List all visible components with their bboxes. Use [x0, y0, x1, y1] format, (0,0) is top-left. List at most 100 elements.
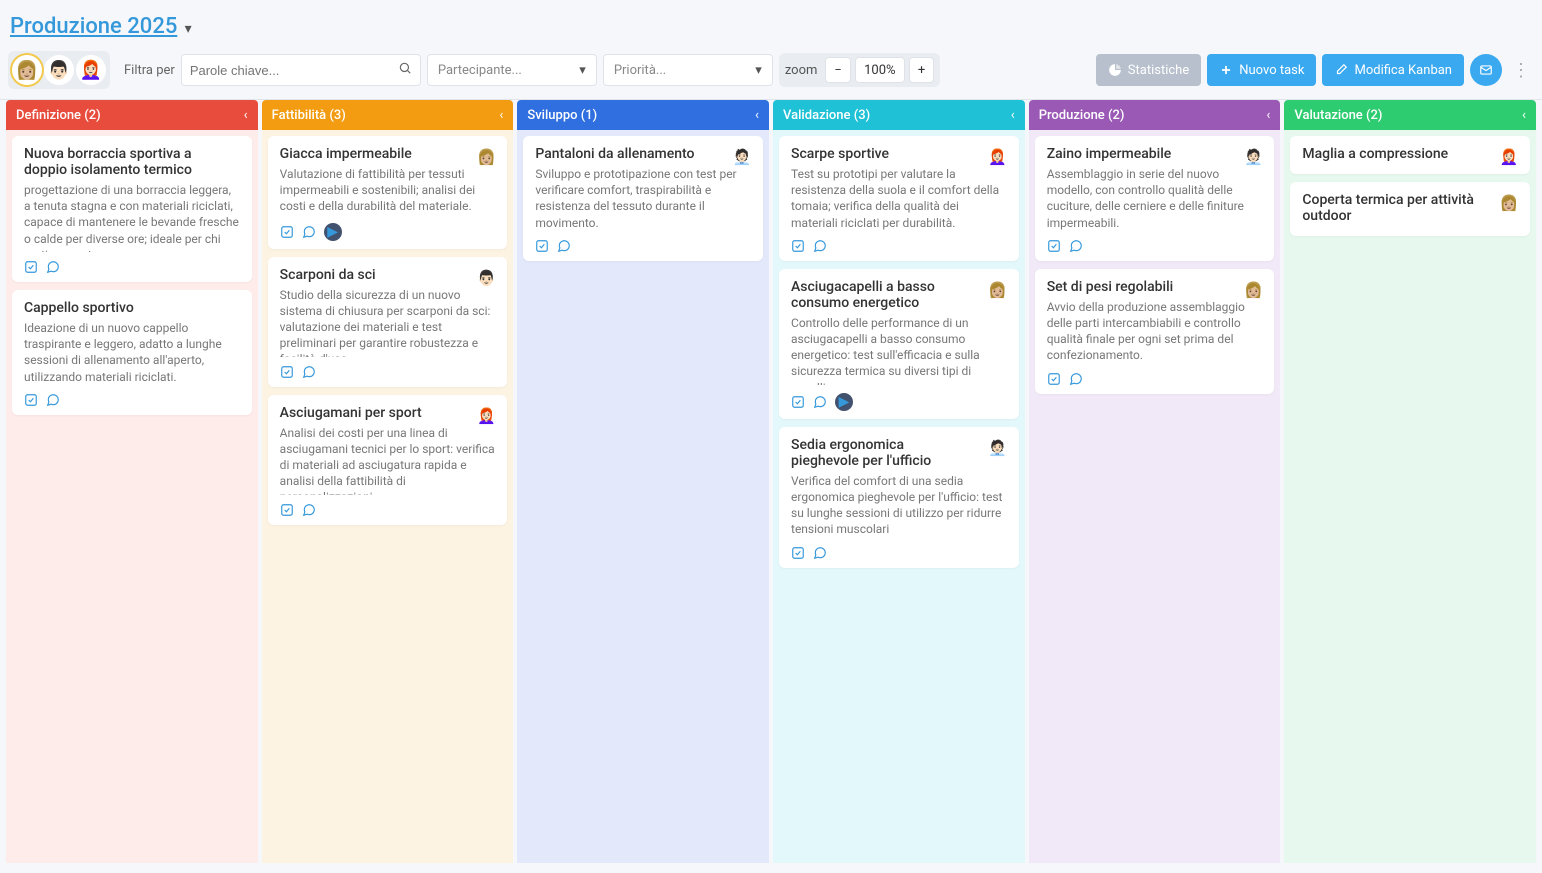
search-icon[interactable]	[398, 61, 412, 79]
comment-icon[interactable]	[1069, 372, 1083, 386]
kanban-card[interactable]: Giacca impermeabile Valutazione di fattib…	[268, 136, 508, 249]
new-task-button[interactable]: Nuovo task	[1207, 54, 1316, 86]
column-title: Produzione (2)	[1039, 108, 1125, 123]
chevron-left-icon[interactable]: ‹	[755, 108, 759, 123]
column-header[interactable]: Sviluppo (1)‹	[517, 100, 769, 130]
card-footer	[280, 365, 496, 379]
zoom-in-button[interactable]: +	[909, 57, 934, 83]
avatar[interactable]: 👩🏻‍🦰	[76, 55, 106, 85]
kanban-card[interactable]: Maglia a compressione👩🏻‍🦰	[1290, 136, 1530, 174]
column-header[interactable]: Produzione (2) ‹	[1029, 100, 1281, 130]
kanban-card[interactable]: Asciugacapelli a basso consumo energetic…	[779, 269, 1019, 419]
chevron-down-icon: ▾	[755, 63, 762, 78]
kanban-card[interactable]: Cappello sportivoIdeazione di un nuovo c…	[12, 290, 252, 415]
checklist-icon[interactable]	[535, 239, 549, 253]
stats-button[interactable]: Statistiche	[1096, 54, 1201, 86]
card-footer	[791, 239, 1007, 253]
card-description: Avvio della produzione assemblaggio dell…	[1047, 299, 1263, 364]
comment-icon[interactable]	[557, 239, 571, 253]
checklist-icon[interactable]	[24, 393, 38, 407]
comment-icon[interactable]	[46, 260, 60, 274]
kanban-card[interactable]: Pantaloni da allenamentoSviluppo e proto…	[523, 136, 763, 261]
zoom-out-button[interactable]: −	[825, 57, 850, 83]
keyword-input[interactable]	[190, 63, 412, 78]
card-description: Verifica del comfort di una sedia ergono…	[791, 473, 1007, 538]
kanban-card[interactable]: Sedia ergonomica pieghevole per l'uffici…	[779, 427, 1019, 568]
column-body[interactable]: Nuova borraccia sportiva a doppio isolam…	[6, 130, 258, 863]
kanban-card[interactable]: Zaino impermeabileAssemblaggio in serie …	[1035, 136, 1275, 261]
checklist-icon[interactable]	[24, 260, 38, 274]
avatar[interactable]: 👨🏻	[44, 55, 74, 85]
comment-icon[interactable]	[302, 503, 316, 517]
mail-button[interactable]	[1470, 54, 1502, 86]
card-avatar[interactable]: 👩🏻‍🦰	[985, 144, 1011, 170]
card-avatar[interactable]: 🧑🏻‍💼	[985, 435, 1011, 461]
checklist-icon[interactable]	[1047, 372, 1061, 386]
play-icon[interactable]: ▶	[324, 223, 342, 241]
comment-icon[interactable]	[813, 546, 827, 560]
card-avatar[interactable]: 👩🏼	[985, 277, 1011, 303]
keyword-search[interactable]	[181, 54, 421, 86]
column-body[interactable]: Zaino impermeabileAssemblaggio in serie …	[1029, 130, 1281, 863]
card-description: Valutazione di fattibilità per tessuti i…	[280, 166, 496, 215]
comment-icon[interactable]	[302, 365, 316, 379]
kanban-card[interactable]: Scarpe sportiveTest su prototipi per val…	[779, 136, 1019, 261]
card-description: progettazione di una borraccia leggera, …	[24, 182, 240, 252]
card-avatar[interactable]: 👩🏼	[473, 144, 499, 170]
chevron-left-icon[interactable]: ‹	[244, 108, 248, 123]
card-avatar[interactable]: 🧑🏻‍💼	[1240, 144, 1266, 170]
chevron-left-icon[interactable]: ‹	[1522, 108, 1526, 123]
checklist-icon[interactable]	[791, 546, 805, 560]
checklist-icon[interactable]	[791, 393, 805, 411]
column-body[interactable]: Pantaloni da allenamentoSviluppo e proto…	[517, 130, 769, 863]
comment-icon[interactable]	[813, 393, 827, 411]
chevron-down-icon[interactable]: ▾	[185, 21, 192, 37]
comment-icon[interactable]	[46, 393, 60, 407]
avatar[interactable]: 👩🏼	[12, 55, 42, 85]
kanban-column: Valutazione (2)‹Maglia a compressione👩🏻‍…	[1284, 100, 1536, 863]
edit-kanban-button[interactable]: Modifica Kanban	[1322, 54, 1464, 86]
comment-icon[interactable]	[302, 223, 316, 241]
kanban-card[interactable]: Scarponi da sciStudio della sicurezza di…	[268, 257, 508, 387]
chevron-left-icon[interactable]: ‹	[1011, 108, 1015, 123]
checklist-icon[interactable]	[791, 239, 805, 253]
kanban-card[interactable]: Set di pesi regolabiliAvvio della produz…	[1035, 269, 1275, 394]
card-avatar[interactable]: 👩🏼	[1496, 190, 1522, 216]
card-avatar[interactable]: 👩🏻‍🦰	[473, 403, 499, 429]
board-title[interactable]: Produzione 2025	[10, 14, 177, 39]
kanban-card[interactable]: Coperta termica per attività outdoor👩🏼	[1290, 182, 1530, 236]
participant-select[interactable]: Partecipante... ▾	[427, 54, 597, 86]
column-header[interactable]: Definizione (2)‹	[6, 100, 258, 130]
column-header[interactable]: Validazione (3)‹	[773, 100, 1025, 130]
chevron-down-icon: ▾	[579, 63, 586, 78]
checklist-icon[interactable]	[1047, 239, 1061, 253]
column-body[interactable]: Giacca impermeabile Valutazione di fattib…	[262, 130, 514, 863]
card-description: Controllo delle performance di un asciug…	[791, 315, 1007, 385]
play-icon[interactable]: ▶	[835, 393, 853, 411]
card-avatar[interactable]: 👨🏻	[473, 265, 499, 291]
chevron-left-icon[interactable]: ‹	[1266, 108, 1270, 123]
card-avatar[interactable]: 👩🏼	[1240, 277, 1266, 303]
column-header[interactable]: Valutazione (2)‹	[1284, 100, 1536, 130]
comment-icon[interactable]	[813, 239, 827, 253]
checklist-icon[interactable]	[280, 503, 294, 517]
checklist-icon[interactable]	[280, 365, 294, 379]
comment-icon[interactable]	[1069, 239, 1083, 253]
column-body[interactable]: Scarpe sportiveTest su prototipi per val…	[773, 130, 1025, 863]
checklist-icon[interactable]	[280, 223, 294, 241]
column-header[interactable]: Fattibilità (3)‹	[262, 100, 514, 130]
card-title: Sedia ergonomica pieghevole per l'uffici…	[791, 437, 1007, 469]
kanban-card[interactable]: Nuova borraccia sportiva a doppio isolam…	[12, 136, 252, 282]
card-avatar[interactable]: 🧑🏻‍💼	[729, 144, 755, 170]
card-title: Giacca impermeabile	[280, 146, 496, 162]
card-footer: ▶	[791, 393, 1007, 411]
card-footer	[24, 260, 240, 274]
card-footer	[535, 239, 751, 253]
priority-select[interactable]: Priorità... ▾	[603, 54, 773, 86]
more-menu-icon[interactable]: ⋮	[1508, 60, 1534, 81]
card-avatar[interactable]: 👩🏻‍🦰	[1496, 144, 1522, 170]
column-body[interactable]: Maglia a compressione👩🏻‍🦰 Coperta termica…	[1284, 130, 1536, 863]
card-title: Asciugacapelli a basso consumo energetic…	[791, 279, 1007, 311]
chevron-left-icon[interactable]: ‹	[499, 108, 503, 123]
kanban-card[interactable]: Asciugamani per sportAnalisi dei costi p…	[268, 395, 508, 525]
